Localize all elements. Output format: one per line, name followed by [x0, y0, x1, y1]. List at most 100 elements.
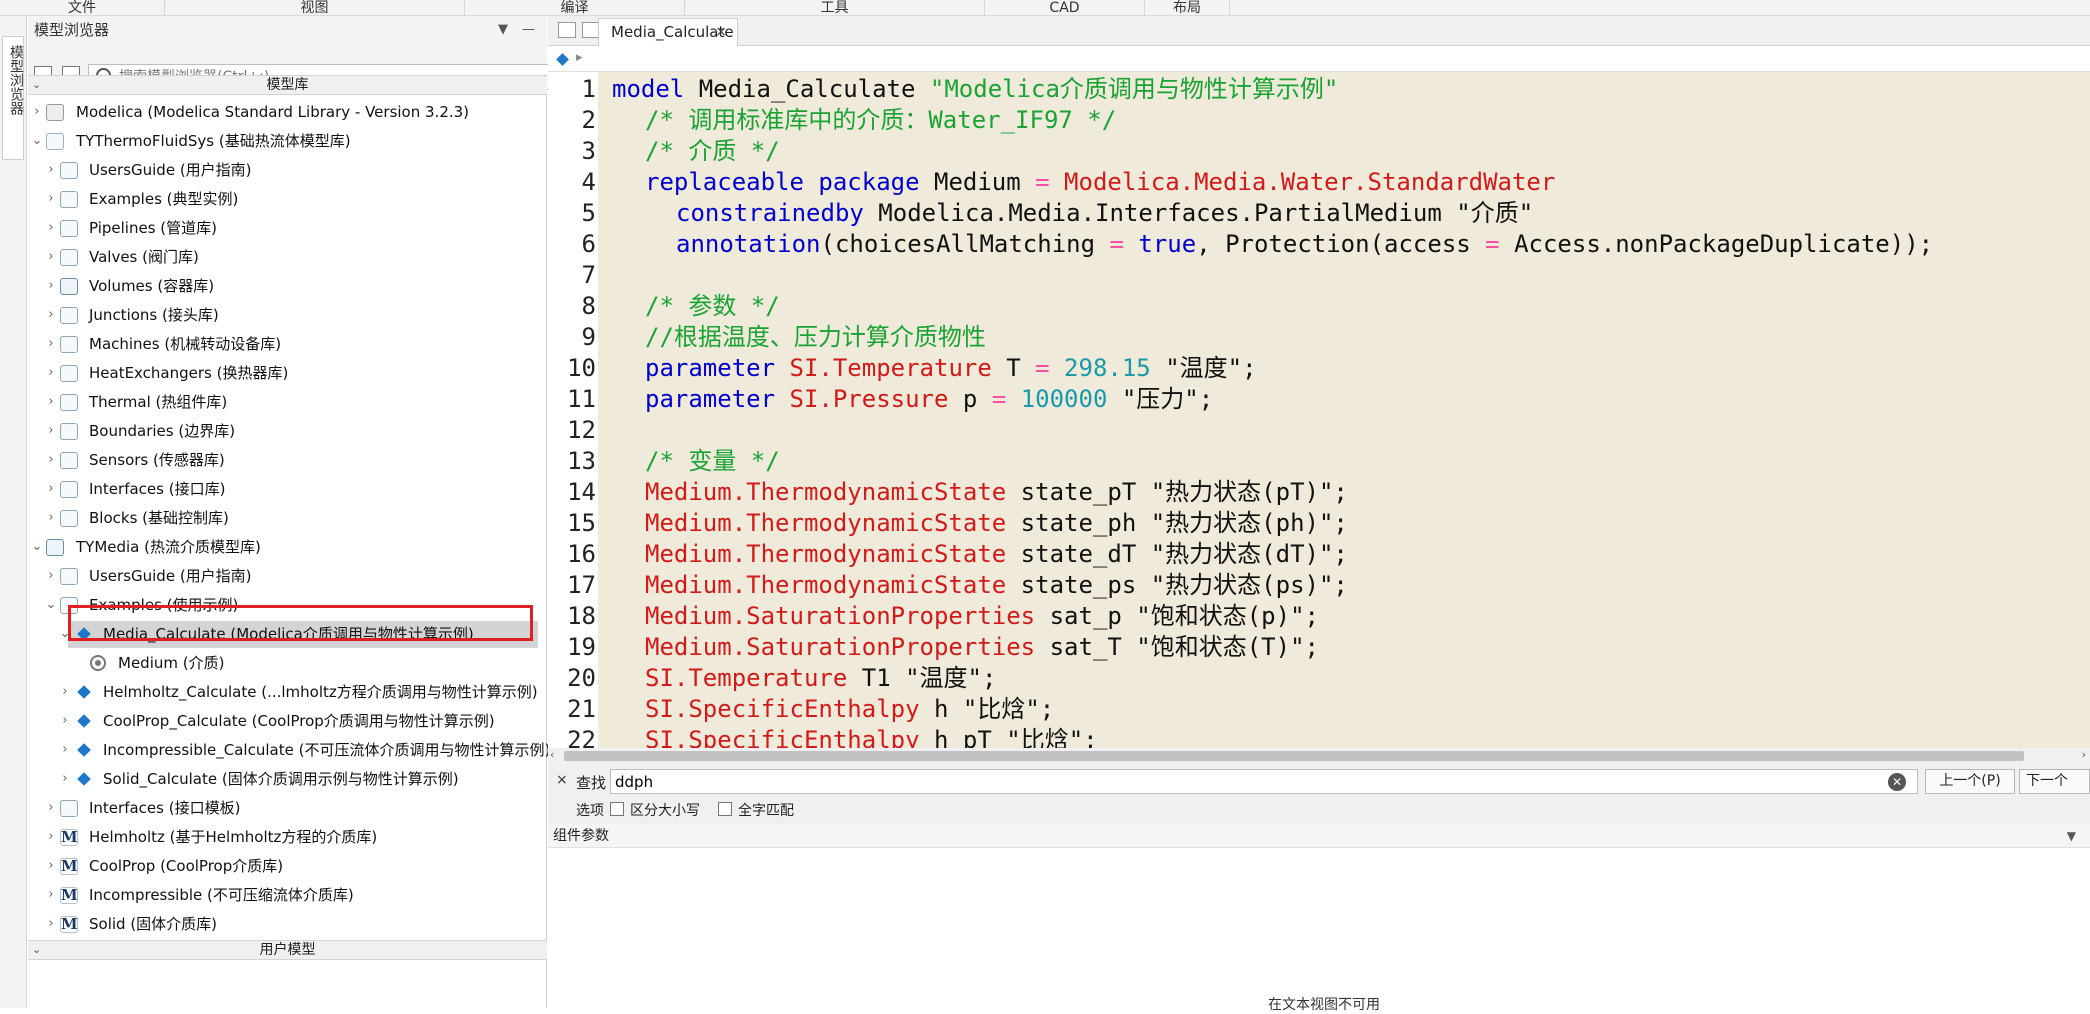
menu-compile[interactable]: 编译	[465, 0, 685, 16]
new-doc-icon[interactable]	[558, 22, 576, 38]
tree-item-boundaries[interactable]: › Boundaries (边界库)	[28, 417, 547, 445]
expand-arrow-icon[interactable]: ›	[44, 330, 58, 358]
tab-media-calculate[interactable]: Media_Calculate ×	[598, 18, 738, 46]
expand-arrow-icon[interactable]: ›	[58, 736, 72, 764]
expand-arrow-icon[interactable]: ›	[44, 910, 58, 938]
tree-item-volumes[interactable]: › Volumes (容器库)	[28, 272, 547, 300]
expand-arrow-icon[interactable]: ›	[58, 707, 72, 735]
expand-arrow-icon[interactable]: ›	[44, 417, 58, 445]
tree-item-solid[interactable]: › M Solid (固体介质库)	[28, 910, 547, 938]
tree-item-helmholtz[interactable]: › M Helmholtz (基于Helmholtz方程的介质库)	[28, 823, 547, 851]
code-line-15: Medium.ThermodynamicState state_ph "热力状态…	[645, 509, 1348, 537]
model-cube-icon[interactable]	[556, 53, 569, 66]
expand-arrow-icon[interactable]: ›	[44, 562, 58, 590]
expand-arrow-icon[interactable]: ›	[44, 243, 58, 271]
collapse-arrow-icon[interactable]: ⌄	[44, 591, 58, 619]
expand-arrow-icon[interactable]: ›	[44, 272, 58, 300]
expand-arrow-icon[interactable]: ›	[44, 794, 58, 822]
menu-tools[interactable]: 工具	[685, 0, 985, 16]
expand-arrow-icon[interactable]: ›	[58, 765, 72, 793]
line-number: 1	[581, 75, 596, 103]
component-params-header: 组件参数 ▼	[548, 824, 2090, 848]
expand-arrow-icon[interactable]: ›	[58, 678, 72, 706]
menu-cad[interactable]: CAD	[985, 0, 1145, 16]
line-number: 12	[567, 416, 596, 444]
tree-item-tymedia[interactable]: ⌄ TYMedia (热流介质模型库)	[28, 533, 547, 561]
params-unavailable-note: 在文本视图不可用	[1268, 997, 1380, 1013]
expand-arrow-icon[interactable]: ›	[44, 852, 58, 880]
menu-layout[interactable]: 布局	[1145, 0, 1230, 16]
expand-arrow-icon[interactable]: ›	[44, 301, 58, 329]
tree-item-blocks[interactable]: › Blocks (基础控制库)	[28, 504, 547, 532]
side-tab-label: 模型浏览器	[8, 45, 24, 115]
find-prev-button[interactable]: 上一个(P)	[1925, 769, 2015, 794]
clear-search-icon[interactable]: ✕	[1888, 773, 1906, 791]
tree-item-incompressible-calculate[interactable]: › Incompressible_Calculate (不可压流体介质调用与物性…	[28, 736, 550, 764]
find-next-button[interactable]: 下一个(N)	[2019, 769, 2090, 794]
medium-package-icon: M	[60, 886, 78, 904]
model-browser-side-tab[interactable]: 模型浏览器	[2, 36, 24, 160]
model-browser-panel: 模型浏览器 ▼ — ⌄ 模型库 › Modelica (Modelica Sta…	[28, 16, 572, 1008]
expand-arrow-icon[interactable]: ›	[44, 388, 58, 416]
expand-arrow-icon[interactable]: ›	[30, 98, 44, 126]
expand-arrow-icon[interactable]: ›	[44, 156, 58, 184]
scroll-left-icon[interactable]: ‹	[550, 748, 554, 761]
expand-arrow-icon[interactable]: ›	[44, 359, 58, 387]
code-line-3: /* 介质 */	[645, 137, 780, 165]
tree-item-coolprop[interactable]: › M CoolProp (CoolProp介质库)	[28, 852, 547, 880]
tree-item-medium[interactable]: Medium (介质)	[28, 649, 547, 677]
tree-item-helmholtz-calculate[interactable]: › Helmholtz_Calculate (...lmholtz方程介质调用与…	[28, 678, 547, 706]
tree-item-media-interfaces[interactable]: › Interfaces (接口模板)	[28, 794, 547, 822]
expand-arrow-icon[interactable]: ›	[44, 214, 58, 242]
match-case-label: 区分大小写	[630, 803, 700, 819]
user-models-section-header[interactable]: ⌄ 用户模型	[28, 940, 547, 960]
interface-icon	[60, 800, 78, 817]
tree-item-coolprop-calculate[interactable]: › CoolProp_Calculate (CoolProp介质调用与物性计算示…	[28, 707, 547, 735]
code-line-5: constrainedby Modelica.Media.Interfaces.…	[676, 199, 1534, 227]
tree-item-junctions[interactable]: › Junctions (接头库)	[28, 301, 547, 329]
line-number: 21	[567, 695, 596, 723]
medium-package-icon: M	[60, 915, 78, 933]
tree-item-incompressible[interactable]: › M Incompressible (不可压缩流体介质库)	[28, 881, 547, 909]
tree-item-pipelines[interactable]: › Pipelines (管道库)	[28, 214, 547, 242]
tree-item-interfaces[interactable]: › Interfaces (接口库)	[28, 475, 547, 503]
expand-arrow-icon[interactable]: ›	[44, 185, 58, 213]
tree-item-valves[interactable]: › Valves (阀门库)	[28, 243, 547, 271]
expand-arrow-icon[interactable]: ›	[44, 446, 58, 474]
line-number: 16	[567, 540, 596, 568]
match-case-checkbox[interactable]	[610, 802, 624, 816]
tree-item-heatexchangers[interactable]: › HeatExchangers (换热器库)	[28, 359, 547, 387]
dropdown-icon[interactable]: ▼	[2067, 824, 2076, 848]
tree-item-media-usersguide[interactable]: › UsersGuide (用户指南)	[28, 562, 547, 590]
code-editor[interactable]: 1 2 3 4 5 6 7 8 9 10 11 12 13 14 15 16 1…	[548, 72, 2090, 748]
collapse-arrow-icon[interactable]: ⌄	[30, 533, 44, 561]
tree-item-thermal[interactable]: › Thermal (热组件库)	[28, 388, 547, 416]
expand-arrow-icon[interactable]: ›	[44, 475, 58, 503]
menu-view[interactable]: 视图	[165, 0, 465, 16]
tree-item-modelica[interactable]: › Modelica (Modelica Standard Library - …	[28, 98, 547, 126]
whole-word-checkbox[interactable]	[718, 802, 732, 816]
examples-icon	[60, 191, 78, 208]
scrollbar-thumb[interactable]	[564, 751, 2024, 761]
find-input[interactable]	[610, 769, 1918, 794]
expand-arrow-icon[interactable]: ›	[44, 823, 58, 851]
close-tab-icon[interactable]: ×	[715, 19, 727, 45]
close-find-icon[interactable]: ×	[556, 772, 568, 788]
horizontal-scrollbar[interactable]: ‹ ›	[548, 748, 2090, 764]
minimize-icon[interactable]: —	[522, 16, 535, 44]
scroll-right-icon[interactable]: ›	[2082, 748, 2086, 761]
tree-item-usersguide[interactable]: › UsersGuide (用户指南)	[28, 156, 547, 184]
collapse-arrow-icon[interactable]: ⌄	[30, 127, 44, 155]
heat-exchanger-icon	[60, 365, 78, 382]
tree-item-examples[interactable]: › Examples (典型实例)	[28, 185, 547, 213]
tree-item-sensors[interactable]: › Sensors (传感器库)	[28, 446, 547, 474]
line-number: 11	[567, 385, 596, 413]
tree-item-solid-calculate[interactable]: › Solid_Calculate (固体介质调用示例与物性计算示例)	[28, 765, 547, 793]
pin-icon[interactable]: ▼	[498, 16, 508, 44]
expand-arrow-icon[interactable]: ›	[44, 504, 58, 532]
tree-item-tythermofluidsys[interactable]: ⌄ TYThermoFluidSys (基础热流体模型库)	[28, 127, 547, 155]
menu-file[interactable]: 文件	[0, 0, 165, 16]
library-section-header[interactable]: ⌄ 模型库	[28, 75, 547, 95]
expand-arrow-icon[interactable]: ›	[44, 881, 58, 909]
tree-item-machines[interactable]: › Machines (机械转动设备库)	[28, 330, 547, 358]
